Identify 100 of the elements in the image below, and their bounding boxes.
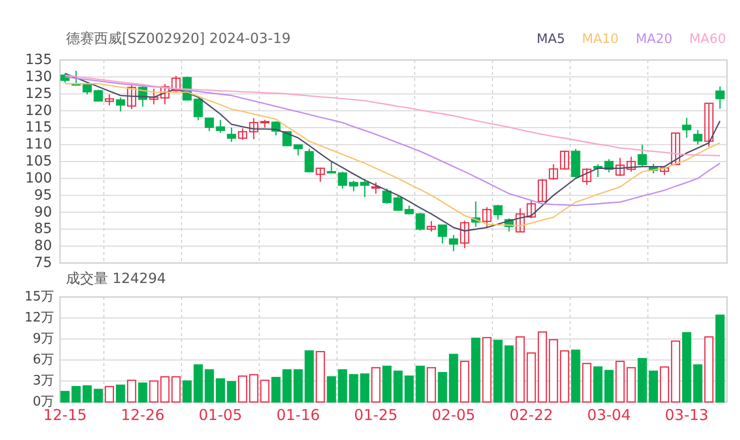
axis-label: 80 xyxy=(34,238,52,254)
candlestick xyxy=(349,180,358,192)
volume-bar xyxy=(260,380,270,403)
candlestick xyxy=(160,84,170,104)
volume-bar xyxy=(638,358,647,403)
candlestick xyxy=(615,158,625,176)
candlestick xyxy=(294,144,303,156)
axis-label: 135 xyxy=(25,52,52,68)
volume-bar xyxy=(104,386,114,403)
volume-bar xyxy=(526,352,536,403)
candlestick xyxy=(271,121,281,136)
volume-bar xyxy=(94,388,103,403)
volume-bar xyxy=(482,337,492,403)
volume-title: 成交量 124294 xyxy=(66,270,166,289)
candlestick xyxy=(116,98,126,112)
candlestick xyxy=(471,201,480,227)
legend-label: MA60 xyxy=(689,30,726,49)
candlestick xyxy=(448,234,458,252)
volume-bar xyxy=(593,366,602,403)
candlestick xyxy=(360,179,370,198)
volume-bar xyxy=(648,370,658,403)
candlestick xyxy=(238,128,248,140)
axis-label: 3万 xyxy=(32,374,54,388)
axis-label: 15万 xyxy=(24,290,54,304)
legend-label: MA20 xyxy=(636,30,672,49)
volume-bar xyxy=(682,332,692,403)
volume-bar xyxy=(582,362,592,403)
candlestick xyxy=(560,150,570,170)
volume-bar xyxy=(116,384,126,403)
volume-bar xyxy=(371,367,380,403)
date-label: 12-26 xyxy=(120,406,164,424)
volume-bar xyxy=(194,364,203,403)
date-label: 01-16 xyxy=(276,406,320,424)
axis-label: 90 xyxy=(34,204,52,220)
candlestick xyxy=(104,94,114,106)
volume-bar xyxy=(204,369,214,403)
candlestick xyxy=(715,86,725,109)
candlestick xyxy=(94,90,103,102)
volume-bar xyxy=(138,382,148,403)
volume-bar xyxy=(238,376,248,403)
volume-bar xyxy=(149,380,158,403)
candlestick xyxy=(704,102,714,147)
axis-label: 120 xyxy=(25,102,52,119)
candlestick xyxy=(638,144,647,167)
axis-label: 110 xyxy=(25,136,52,153)
axis-label: 12万 xyxy=(24,310,54,326)
axis-label: 85 xyxy=(34,221,52,238)
candlestick xyxy=(282,131,292,146)
axis-label: 115 xyxy=(25,120,52,136)
volume-bar xyxy=(693,364,702,403)
legend-label: MA5 xyxy=(536,30,566,49)
volume-bar xyxy=(271,376,281,403)
candlestick xyxy=(604,159,614,172)
volume-bar xyxy=(426,367,436,403)
date-label: 01-05 xyxy=(198,406,242,424)
volume-bar xyxy=(316,351,325,403)
volume-bar xyxy=(615,360,625,403)
volume-bar xyxy=(571,350,580,403)
volume-bar xyxy=(604,370,614,403)
volume-bar xyxy=(160,376,170,403)
candlestick xyxy=(416,212,425,231)
volume-bar xyxy=(282,369,292,403)
date-label: 02-22 xyxy=(509,406,554,424)
volume-bar xyxy=(82,385,92,403)
volume-bar xyxy=(460,360,470,403)
volume-bar xyxy=(416,366,425,403)
candlestick xyxy=(149,88,158,104)
volume-bar xyxy=(660,366,670,403)
candlestick xyxy=(72,70,81,86)
candlestick xyxy=(260,120,270,128)
candlestick xyxy=(171,76,181,92)
volume-bar xyxy=(626,367,636,403)
candlestick xyxy=(493,204,503,220)
volume-bar xyxy=(404,376,414,403)
volume-bar xyxy=(127,380,136,403)
candlestick xyxy=(438,224,448,244)
chart-title: 德赛西威[SZ002920] 2024-03-19 xyxy=(66,30,291,49)
volume-bar xyxy=(504,345,514,403)
candlestick xyxy=(548,164,558,180)
candlestick xyxy=(571,148,580,178)
candlestick xyxy=(127,85,136,110)
candlestick xyxy=(426,221,436,232)
volume-bar xyxy=(249,374,258,403)
axis-label: 130 xyxy=(25,68,52,85)
candlestick xyxy=(226,128,236,142)
candlestick xyxy=(371,182,380,194)
candlestick xyxy=(82,83,92,94)
axis-label: 125 xyxy=(25,86,52,102)
volume-bar xyxy=(326,376,336,403)
volume-bar xyxy=(560,350,570,403)
candlestick xyxy=(648,164,658,174)
candlestick xyxy=(682,118,692,138)
candlestick xyxy=(516,208,525,232)
candlestick xyxy=(504,218,514,232)
candlestick xyxy=(526,200,536,218)
volume-bar xyxy=(171,376,181,403)
candlestick xyxy=(249,118,258,140)
candlestick xyxy=(538,179,547,202)
candlestick xyxy=(671,132,680,166)
candlestick xyxy=(60,74,70,83)
